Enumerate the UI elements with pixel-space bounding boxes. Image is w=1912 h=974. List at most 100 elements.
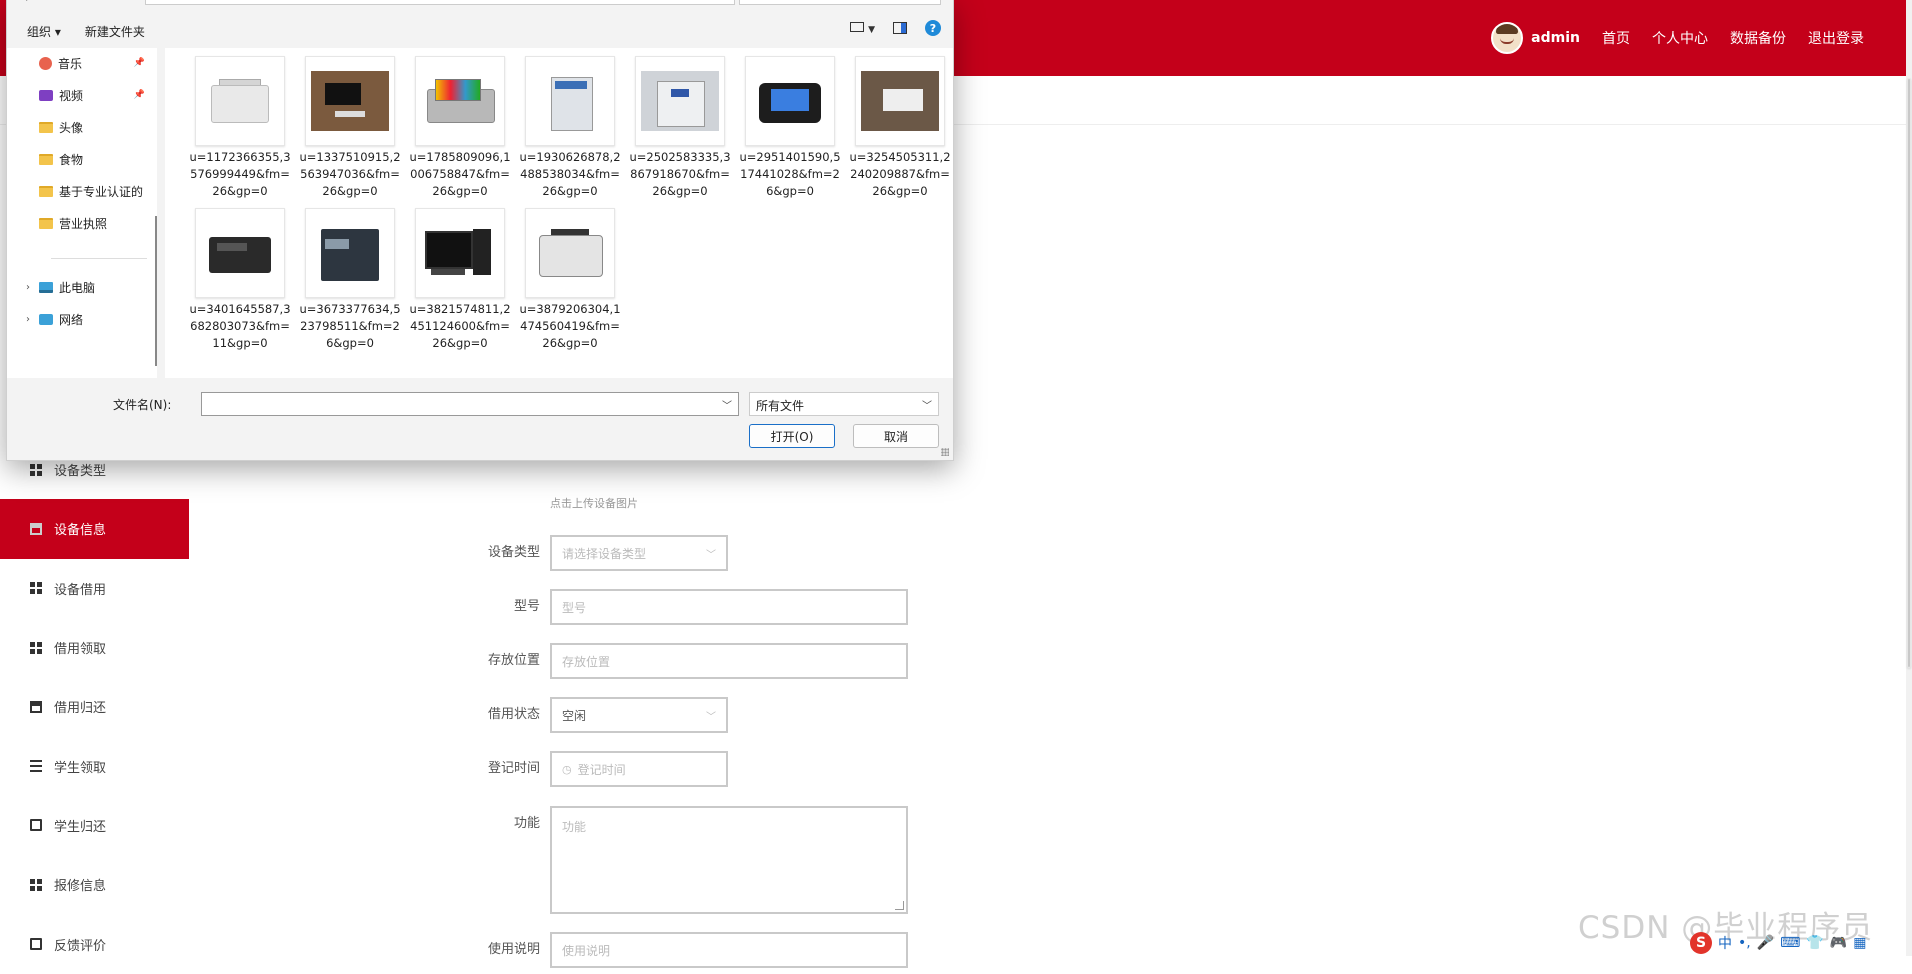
sidebar-item-student-pickup[interactable]: 学生领取 [0,736,189,795]
file-item[interactable]: u=3821574811,2451124600&fm=26&gp=0 [409,208,511,352]
field-label: 功能 [513,816,540,831]
ime-toolbar[interactable]: S 中 •, 🎤 ⌨ 👕 🎮 ▦ [1690,932,1866,954]
sidebar-item-label: 反馈评价 [54,938,107,954]
file-item[interactable]: u=3879206304,1474560419&fm=26&gp=0 [519,208,621,352]
chevron-down-icon: ﹀ [706,711,716,723]
nav-item-label: 基于专业认证的 [59,184,144,199]
file-name: u=3673377634,523798511&fm=26&gp=0 [299,302,401,350]
nav-scrollbar[interactable] [155,216,157,366]
nav-backup-link[interactable]: 数据备份 [1730,28,1786,48]
user-menu[interactable]: admin [1491,22,1580,54]
chevron-down-icon[interactable]: ﹀ [722,397,732,412]
nav-item-this-pc[interactable]: › 此电脑 [7,276,157,298]
select-placeholder: 请选择设备类型 [562,546,647,561]
sidebar-item-borrow-return[interactable]: 借用归还 [0,677,189,736]
organize-button[interactable]: 组织 ▾ [15,23,73,40]
keyboard-icon[interactable]: ⌨ [1780,935,1800,951]
model-input[interactable]: 型号 [550,589,908,625]
microphone-icon[interactable]: 🎤 [1757,935,1774,951]
file-item[interactable]: u=1172366355,3576999449&fm=26&gp=0 [189,56,291,200]
nav-item-music[interactable]: 音乐 📌 [7,52,157,74]
money-counter-image [531,223,609,283]
new-folder-button[interactable]: 新建文件夹 [73,23,157,40]
sidebar-item-student-return[interactable]: 学生归还 [0,796,189,855]
nav-item-network[interactable]: › 网络 [7,308,157,330]
field-label: 型号 [513,599,540,614]
file-item[interactable]: u=3401645587,3682803073&fm=11&gp=0 [189,208,291,352]
borrow-status-select[interactable]: 空闲 ﹀ [550,697,728,733]
file-item[interactable]: u=2502583335,3867918670&fm=26&gp=0 [629,56,731,200]
pos-terminal-image [751,71,829,131]
chevron-down-icon: ﹀ [706,549,716,561]
file-thumbnail [195,56,285,146]
file-open-dialog: ↖ 组织 ▾ 新建文件夹 ▼ ? 音乐 📌 视频 📌 头像 食物 基于专业认证的 营… [6,0,954,461]
sidebar-item-borrow-pickup[interactable]: 借用领取 [0,618,189,677]
page-scrollbar[interactable] [1906,0,1912,956]
form-row-date: 登记时间 ◷ 登记时间 [470,751,728,787]
scrollbar-thumb[interactable] [1907,78,1911,668]
copier-image [201,71,279,131]
skin-icon[interactable]: 👕 [1806,935,1823,951]
avatar[interactable] [1491,22,1524,54]
nav-item-avatar-folder[interactable]: 头像 [7,116,157,138]
nav-profile-link[interactable]: 个人中心 [1652,28,1708,48]
sidebar-item-device-info[interactable]: 设备信息 [0,499,189,559]
file-item[interactable]: u=1337510915,2563947036&fm=26&gp=0 [299,56,401,200]
field-label: 使用说明 [487,942,540,957]
nav-item-food-folder[interactable]: 食物 [7,148,157,170]
clock-icon: ◷ [562,762,572,776]
filetype-select[interactable]: 所有文件 ﹀ [749,392,939,416]
folder-icon [39,153,53,165]
nav-item-cert-folder[interactable]: 基于专业认证的 [7,180,157,202]
function-textarea[interactable]: 功能 [550,806,908,914]
file-thumbnail [415,208,505,298]
open-button[interactable]: 打开(O) [749,424,835,448]
usage-input[interactable]: 使用说明 [550,932,908,968]
sidebar-item-device-borrow[interactable]: 设备借用 [0,559,189,618]
search-box[interactable] [739,0,941,5]
location-input[interactable]: 存放位置 [550,643,908,679]
toolbox-icon[interactable]: ▦ [1853,935,1866,951]
chevron-right-icon[interactable]: › [21,282,35,293]
sogou-logo-icon[interactable]: S [1690,932,1712,954]
clipboard-icon [30,938,42,951]
ime-lang[interactable]: 中 [1718,933,1732,953]
register-date-picker[interactable]: ◷ 登记时间 [550,751,728,787]
folder-icon [39,185,53,197]
sidebar-item-repair-info[interactable]: 报修信息 [0,855,189,914]
pin-icon: 📌 [133,58,145,68]
nav-home-link[interactable]: 首页 [1602,28,1630,48]
chevron-down-icon: ﹀ [922,401,932,412]
file-item[interactable]: u=3254505311,2240209887&fm=26&gp=0 [849,56,951,200]
device-type-select[interactable]: 请选择设备类型 ﹀ [550,535,728,571]
address-bar[interactable] [145,0,735,5]
file-name: u=1785809096,1006758847&fm=26&gp=0 [409,150,511,198]
ime-punct[interactable]: •, [1738,935,1751,951]
cancel-button[interactable]: 取消 [853,424,939,448]
nav-item-license-folder[interactable]: 营业执照 [7,212,157,234]
file-item[interactable]: u=2951401590,517441028&fm=26&gp=0 [739,56,841,200]
desktop-computer-image [421,223,499,283]
navigation-pane: 音乐 📌 视频 📌 头像 食物 基于专业认证的 营业执照 › 此电脑 › 网络 [7,48,157,378]
nav-divider [51,258,147,259]
file-item[interactable]: u=3673377634,523798511&fm=26&gp=0 [299,208,401,352]
username: admin [1531,30,1580,46]
nav-logout-link[interactable]: 退出登录 [1808,28,1864,48]
back-icon[interactable]: ↖ [21,0,31,4]
field-label: 设备类型 [487,545,540,560]
chevron-right-icon[interactable]: › [21,314,35,325]
dialog-top: ↖ [7,0,953,10]
change-view-button[interactable]: ▼ [849,21,875,36]
sidebar-item-feedback[interactable]: 反馈评价 [0,914,189,973]
filename-input[interactable]: ﹀ [201,392,739,416]
file-item[interactable]: u=1785809096,1006758847&fm=26&gp=0 [409,56,511,200]
game-icon[interactable]: 🎮 [1830,935,1847,951]
nav-item-video[interactable]: 视频 📌 [7,84,157,106]
file-name: u=2951401590,517441028&fm=26&gp=0 [739,150,841,198]
office-desk-image [861,71,939,131]
nav-item-label: 营业执照 [59,216,108,231]
help-icon[interactable]: ? [925,20,941,36]
file-item[interactable]: u=1930626878,2488538034&fm=26&gp=0 [519,56,621,200]
preview-pane-icon[interactable] [893,22,907,34]
resize-grip-icon[interactable] [941,448,949,456]
